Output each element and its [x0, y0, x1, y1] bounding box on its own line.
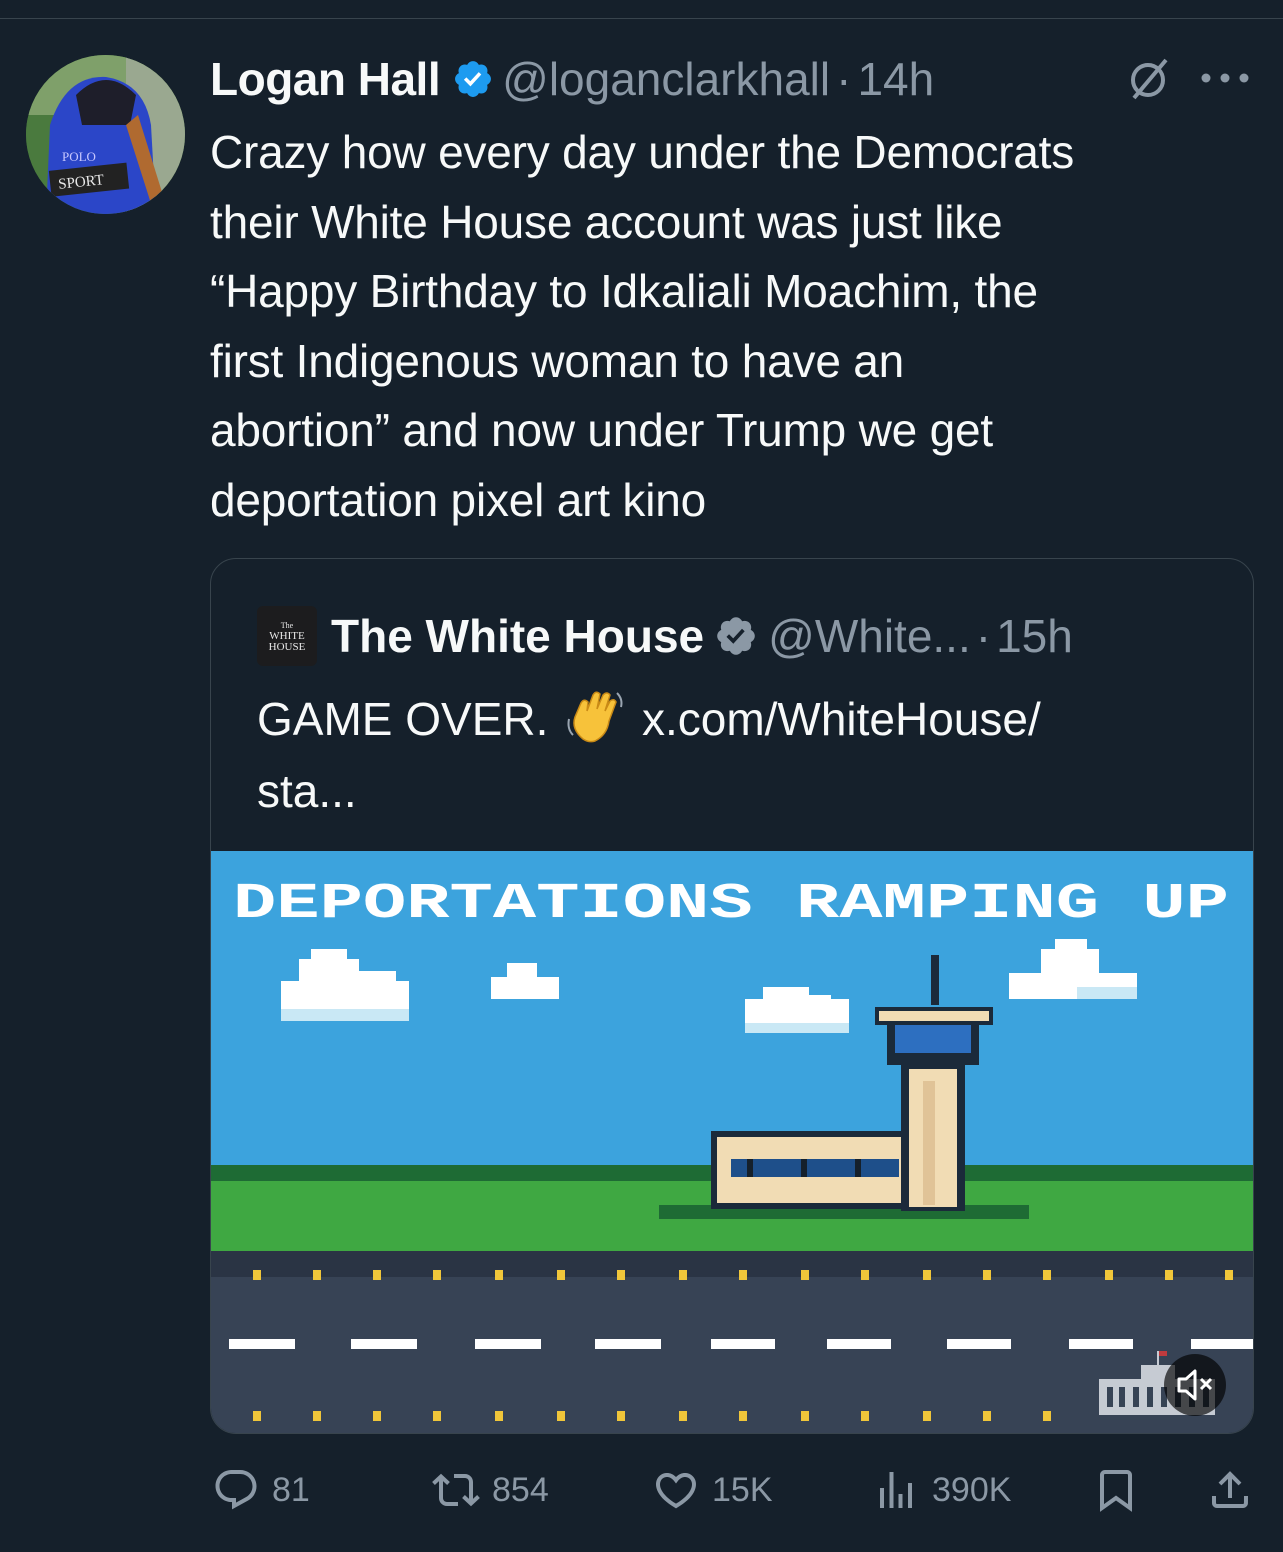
mute-button[interactable] — [1164, 1354, 1226, 1416]
quoted-text-main: GAME OVER. — [257, 693, 549, 745]
reply-button[interactable]: 81 — [212, 1460, 310, 1520]
tweet-action-bar: 81 854 15K 390K — [0, 1460, 1283, 1520]
author-avatar[interactable]: POLO SPORT — [26, 55, 185, 214]
share-icon — [1212, 1471, 1248, 1508]
views-button[interactable]: 390K — [872, 1460, 1011, 1520]
repost-count: 854 — [492, 1470, 549, 1509]
bookmark-button[interactable] — [1092, 1460, 1140, 1520]
repost-icon — [432, 1473, 480, 1507]
quoted-text-continuation: sta... — [257, 765, 357, 817]
quoted-tweet-card[interactable]: The WHITE HOUSE The White House @White..… — [210, 558, 1254, 1434]
svg-text:POLO: POLO — [62, 149, 96, 164]
analytics-icon — [880, 1472, 912, 1508]
quoted-author-name[interactable]: The White House — [331, 609, 704, 663]
like-button[interactable]: 15K — [652, 1460, 773, 1520]
heart-icon — [655, 1473, 697, 1509]
video-title-text: DEPORTATIONS RAMPING UP — [233, 876, 1229, 933]
quoted-tweet-timestamp[interactable]: 15h — [996, 609, 1073, 663]
repost-button[interactable]: 854 — [432, 1460, 549, 1520]
verified-badge-icon[interactable] — [452, 58, 494, 100]
share-button[interactable] — [1206, 1460, 1254, 1520]
more-options-icon[interactable] — [1200, 72, 1250, 84]
quoted-author-handle[interactable]: @White... — [768, 609, 971, 663]
tweet-text: Crazy how every day under the Democrats … — [210, 126, 1075, 526]
tweet-timestamp[interactable]: 14h — [857, 52, 934, 106]
grok-icon[interactable] — [1126, 56, 1172, 102]
quoted-tweet-text: GAME OVER. x.com/WhiteHouse/ sta... — [257, 683, 1217, 827]
like-count: 15K — [712, 1470, 773, 1509]
quoted-tweet-link[interactable]: x.com/WhiteHouse/ — [642, 693, 1041, 745]
quoted-tweet-video[interactable]: DEPORTATIONS RAMPING UP — [211, 851, 1253, 1433]
waving-hand-icon — [567, 691, 623, 743]
government-verified-badge-icon[interactable] — [714, 614, 758, 658]
view-count: 390K — [932, 1470, 1012, 1509]
reply-count: 81 — [272, 1470, 310, 1509]
reply-icon — [215, 1470, 257, 1510]
quoted-tweet-header: The WHITE HOUSE The White House @White..… — [257, 605, 1073, 667]
author-name[interactable]: Logan Hall — [210, 52, 441, 106]
bookmark-icon — [1100, 1470, 1132, 1512]
tweet-header: Logan Hall @loganclarkhall · 14h — [210, 48, 934, 110]
top-divider — [0, 18, 1283, 19]
separator-dot: · — [975, 610, 992, 662]
quoted-author-avatar[interactable]: The WHITE HOUSE — [257, 606, 317, 666]
separator-dot: · — [836, 53, 852, 105]
runway-center-line — [229, 1339, 1253, 1349]
author-handle[interactable]: @loganclarkhall — [502, 52, 830, 106]
speaker-muted-icon — [1177, 1369, 1213, 1401]
